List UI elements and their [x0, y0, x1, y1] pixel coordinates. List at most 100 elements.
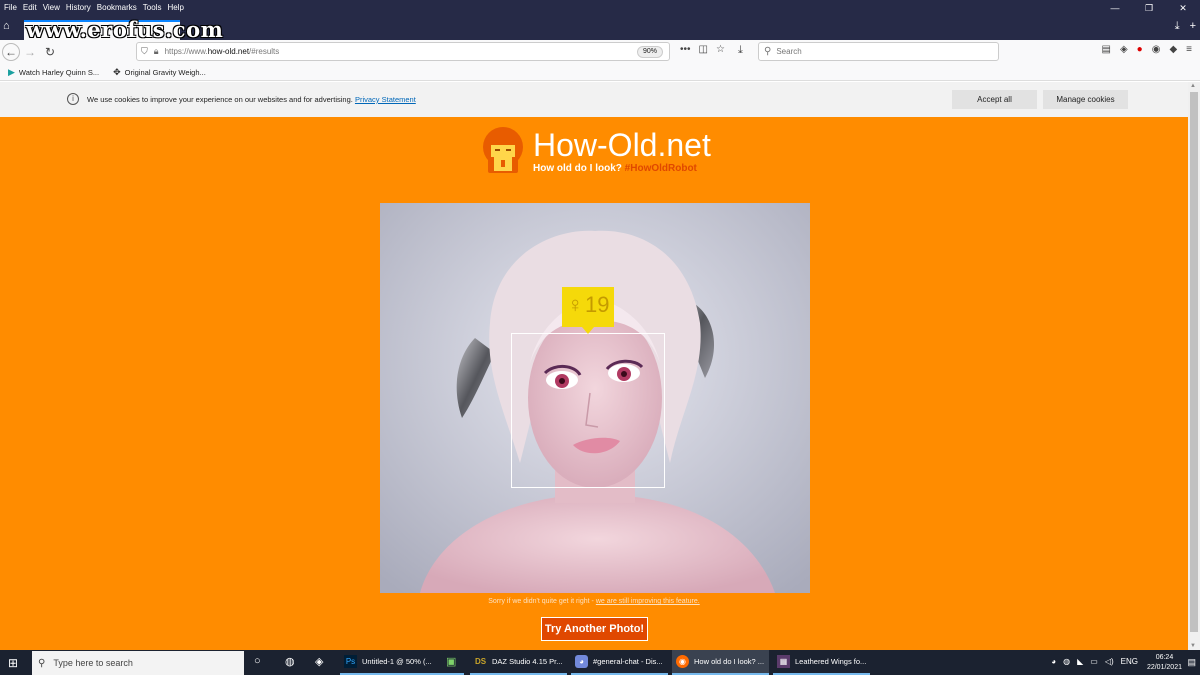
steam-icon[interactable]: ◍	[285, 655, 295, 668]
taskbar-app-label: Untitled-1 @ 50% (...	[362, 657, 432, 666]
search-placeholder: Search	[776, 47, 802, 56]
menu-bookmarks[interactable]: Bookmarks	[93, 3, 139, 12]
accept-cookies-button[interactable]: Accept all	[952, 90, 1037, 109]
daz-icon: DS	[474, 657, 487, 666]
page-content: How-Old.net How old do I look? #HowOldRo…	[0, 117, 1188, 650]
hashtag-link[interactable]: #HowOldRobot	[625, 163, 697, 174]
back-icon[interactable]: ←	[2, 43, 20, 61]
search-icon: ⚲	[38, 657, 46, 669]
extension-icon[interactable]: ◈	[1120, 44, 1128, 55]
notepad-icon[interactable]: ▣	[446, 655, 456, 668]
bird-icon: ✥	[113, 66, 121, 77]
tabstrip-actions: ⤓ +	[1175, 20, 1196, 33]
bookmark-item[interactable]: ▶ Watch Harley Quinn S...	[8, 67, 99, 78]
downloads-icon[interactable]: ⤓	[738, 44, 743, 57]
bookmark-item[interactable]: ✥ Original Gravity Weigh...	[113, 67, 206, 78]
menu-edit[interactable]: Edit	[19, 3, 39, 12]
language-indicator[interactable]: ENG	[1121, 657, 1138, 666]
taskbar-app-firefox[interactable]: ◉ How old do I look? ...	[672, 650, 769, 675]
face-detection-box	[511, 333, 665, 488]
opera-icon[interactable]: ●	[1137, 44, 1143, 55]
robot-logo-icon	[483, 127, 523, 173]
zoom-level[interactable]: 90%	[636, 46, 663, 58]
extension-badge-icon[interactable]: ◆	[1169, 44, 1177, 55]
close-button[interactable]: ✕	[1166, 0, 1200, 14]
disclaimer-text: Sorry if we didn't quite get it right -	[488, 598, 594, 605]
age-badge: ♀ 19	[562, 287, 614, 334]
discord-icon: ◕	[575, 655, 588, 668]
restore-button[interactable]: ❐	[1132, 0, 1166, 14]
taskbar-app-label: How old do I look? ...	[694, 657, 765, 666]
menu-icon[interactable]: ≡	[1186, 44, 1192, 55]
toolbar-icons: ▤ ◈ ● ◉ ◆ ≡	[1102, 44, 1192, 55]
tagline: How old do I look? #HowOldRobot	[533, 163, 697, 174]
scrollbar[interactable]: ▲ ▼	[1188, 82, 1200, 650]
new-tab-icon[interactable]: +	[1190, 20, 1196, 33]
tagline-text: How old do I look?	[533, 163, 622, 174]
disclaimer: Sorry if we didn't quite get it right - …	[0, 598, 1188, 605]
url-bar[interactable]: ⛉ 🔒︎ https://www. how-old.net/#results 90…	[136, 42, 670, 61]
taskbar-search-input[interactable]: ⚲ Type here to search	[32, 651, 244, 675]
home-icon[interactable]: ⌂	[3, 20, 10, 32]
try-another-photo-button[interactable]: Try Another Photo!	[541, 617, 648, 641]
minimize-button[interactable]: —	[1098, 0, 1132, 14]
clock-date: 22/01/2021	[1146, 664, 1182, 671]
unity-icon[interactable]: ◈	[315, 655, 323, 668]
menu-file[interactable]: File	[0, 3, 19, 12]
volume-icon[interactable]: ◁)	[1105, 657, 1114, 666]
menu-tools[interactable]: Tools	[139, 3, 164, 12]
account-icon[interactable]: ◉	[1152, 44, 1161, 55]
scrollbar-thumb[interactable]	[1190, 92, 1198, 632]
improving-link[interactable]: we are still improving this feature.	[596, 598, 700, 605]
watermark: www.erofus.com	[26, 17, 224, 42]
download-bookmark-icon[interactable]: ⤓	[1175, 20, 1180, 33]
cookie-text: We use cookies to improve your experienc…	[87, 95, 416, 104]
privacy-link[interactable]: Privacy Statement	[355, 95, 416, 104]
page-actions: ••• ◫ ☆	[680, 44, 725, 55]
cookie-message: We use cookies to improve your experienc…	[87, 95, 353, 104]
search-input[interactable]: ⚲ Search	[758, 42, 999, 61]
lock-icon[interactable]: 🔒︎	[154, 46, 159, 57]
bookmarks-toolbar: ▶ Watch Harley Quinn S... ✥ Original Gra…	[0, 64, 1200, 81]
search-icon: ⚲	[764, 46, 772, 57]
scroll-up-icon[interactable]: ▲	[1190, 83, 1196, 89]
discord-tray-icon[interactable]: ◕	[1051, 657, 1056, 666]
bookmark-star-icon[interactable]: ☆	[716, 44, 725, 55]
taskbar-app-photos[interactable]: ▦ Leathered Wings fo...	[773, 650, 870, 675]
taskbar-app-label: Leathered Wings fo...	[795, 657, 867, 666]
taskbar-app-discord[interactable]: ◕ #general-chat - Dis...	[571, 650, 668, 675]
task-view-icon[interactable]: ○	[254, 655, 261, 667]
clock[interactable]: 06:24 22/01/2021	[1147, 653, 1182, 673]
firefox-icon: ◉	[676, 655, 689, 668]
menu-bar: File Edit View History Bookmarks Tools H…	[0, 0, 1200, 14]
reload-icon[interactable]: ↻	[40, 42, 60, 62]
shield-icon[interactable]: ⛉	[141, 46, 148, 57]
windows-start-icon[interactable]: ⊞	[8, 656, 18, 670]
female-icon: ♀	[567, 292, 584, 317]
play-circle-icon: ▶	[8, 66, 15, 77]
url-domain: how-old.net	[207, 47, 250, 56]
sidebar-icon[interactable]: ▤	[1102, 44, 1111, 55]
network-icon[interactable]: ▭	[1090, 657, 1098, 666]
system-tray: ◕ ◍ ◣ ▭ ◁) ENG	[1051, 657, 1138, 666]
steam-tray-icon[interactable]: ◍	[1063, 657, 1070, 666]
menu-view[interactable]: View	[39, 3, 62, 12]
taskbar-app-label: DAZ Studio 4.15 Pr...	[492, 657, 563, 666]
info-icon: i	[67, 93, 79, 105]
taskbar-app-daz[interactable]: DS DAZ Studio 4.15 Pr...	[470, 650, 567, 675]
taskbar: ⊞ ⚲ Type here to search ○ ◍ ◈ Ps Untitle…	[0, 650, 1200, 675]
brand-title[interactable]: How-Old.net	[533, 127, 711, 164]
forward-icon[interactable]: →	[20, 42, 40, 62]
photoshop-icon: Ps	[344, 655, 357, 668]
bookmark-label: Original Gravity Weigh...	[124, 67, 206, 77]
more-actions-icon[interactable]: •••	[680, 44, 691, 55]
nvidia-icon[interactable]: ◣	[1077, 657, 1083, 666]
taskbar-search-placeholder: Type here to search	[53, 658, 133, 668]
menu-help[interactable]: Help	[163, 3, 185, 12]
notifications-icon[interactable]: ▤	[1187, 657, 1196, 668]
menu-history[interactable]: History	[62, 3, 93, 12]
pocket-icon[interactable]: ◫	[699, 44, 708, 55]
taskbar-app-label: #general-chat - Dis...	[593, 657, 663, 666]
manage-cookies-button[interactable]: Manage cookies	[1043, 90, 1128, 109]
scroll-down-icon[interactable]: ▼	[1190, 643, 1196, 649]
